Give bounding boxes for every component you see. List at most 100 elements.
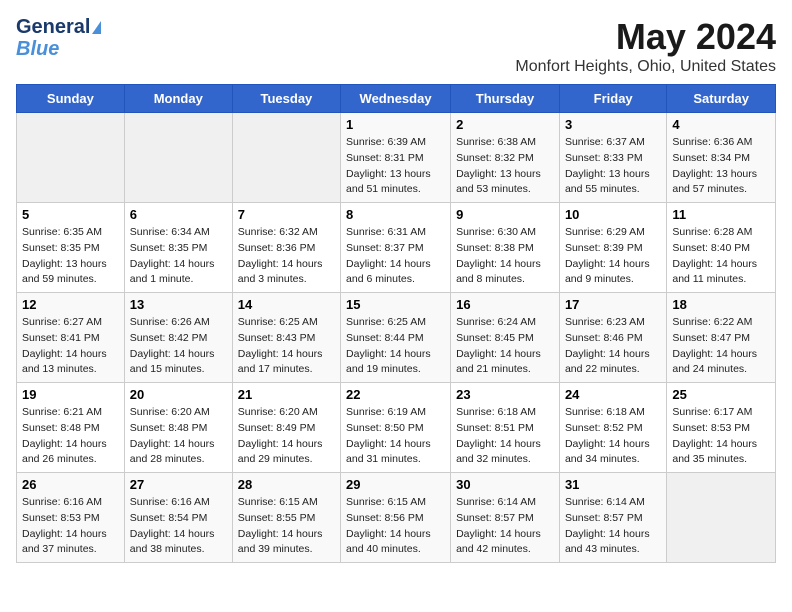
day-info: Sunrise: 6:26 AM Sunset: 8:42 PM Dayligh… bbox=[130, 315, 227, 378]
calendar-cell: 5Sunrise: 6:35 AM Sunset: 8:35 PM Daylig… bbox=[17, 203, 125, 293]
day-info: Sunrise: 6:20 AM Sunset: 8:48 PM Dayligh… bbox=[130, 405, 227, 468]
day-number: 23 bbox=[456, 387, 554, 402]
day-number: 2 bbox=[456, 117, 554, 132]
calendar-subtitle: Monfort Heights, Ohio, United States bbox=[515, 58, 776, 76]
day-number: 19 bbox=[22, 387, 119, 402]
logo-blue: Blue bbox=[16, 38, 59, 60]
calendar-cell: 1 Sunrise: 6:39 AM Sunset: 8:31 PM Daylig… bbox=[341, 113, 451, 203]
calendar-week-3: 12 Sunrise: 6:27 AM Sunset: 8:41 PM Dayli… bbox=[17, 293, 776, 383]
day-info: Sunrise: 6:23 AM Sunset: 8:46 PM Dayligh… bbox=[565, 315, 661, 378]
day-info: Sunrise: 6:20 AM Sunset: 8:49 PM Dayligh… bbox=[238, 405, 335, 468]
day-number: 8 bbox=[346, 207, 445, 222]
day-info: Sunrise: 6:32 AM Sunset: 8:36 PM Dayligh… bbox=[238, 225, 335, 288]
day-info: Sunrise: 6:14 AM Sunset: 8:57 PM Dayligh… bbox=[456, 495, 554, 558]
calendar-cell: 7 Sunrise: 6:32 AM Sunset: 8:36 PM Daylig… bbox=[232, 203, 340, 293]
calendar-week-2: 5Sunrise: 6:35 AM Sunset: 8:35 PM Daylig… bbox=[17, 203, 776, 293]
header-sunday: Sunday bbox=[17, 85, 125, 113]
day-number: 14 bbox=[238, 297, 335, 312]
day-number: 3 bbox=[565, 117, 661, 132]
header-wednesday: Wednesday bbox=[341, 85, 451, 113]
calendar-week-4: 19 Sunrise: 6:21 AM Sunset: 8:48 PM Dayli… bbox=[17, 383, 776, 473]
day-number: 15 bbox=[346, 297, 445, 312]
calendar-cell: 15 Sunrise: 6:25 AM Sunset: 8:44 PM Dayli… bbox=[341, 293, 451, 383]
day-info: Sunrise: 6:31 AM Sunset: 8:37 PM Dayligh… bbox=[346, 225, 445, 288]
header-friday: Friday bbox=[559, 85, 666, 113]
day-info: Sunrise: 6:19 AM Sunset: 8:50 PM Dayligh… bbox=[346, 405, 445, 468]
calendar-cell: 8 Sunrise: 6:31 AM Sunset: 8:37 PM Daylig… bbox=[341, 203, 451, 293]
calendar-cell: 21 Sunrise: 6:20 AM Sunset: 8:49 PM Dayli… bbox=[232, 383, 340, 473]
title-area: May 2024 Monfort Heights, Ohio, United S… bbox=[515, 16, 776, 76]
calendar-cell: 17 Sunrise: 6:23 AM Sunset: 8:46 PM Dayli… bbox=[559, 293, 666, 383]
day-number: 12 bbox=[22, 297, 119, 312]
calendar-cell: 10 Sunrise: 6:29 AM Sunset: 8:39 PM Dayli… bbox=[559, 203, 666, 293]
day-number: 5 bbox=[22, 207, 119, 222]
day-info: Sunrise: 6:39 AM Sunset: 8:31 PM Dayligh… bbox=[346, 135, 445, 198]
header-monday: Monday bbox=[124, 85, 232, 113]
day-info: Sunrise: 6:15 AM Sunset: 8:55 PM Dayligh… bbox=[238, 495, 335, 558]
day-info: Sunrise: 6:38 AM Sunset: 8:32 PM Dayligh… bbox=[456, 135, 554, 198]
logo-general: General bbox=[16, 16, 90, 38]
calendar-cell bbox=[232, 113, 340, 203]
day-number: 31 bbox=[565, 477, 661, 492]
day-number: 1 bbox=[346, 117, 445, 132]
day-number: 10 bbox=[565, 207, 661, 222]
calendar-cell: 24 Sunrise: 6:18 AM Sunset: 8:52 PM Dayli… bbox=[559, 383, 666, 473]
day-number: 17 bbox=[565, 297, 661, 312]
day-number: 7 bbox=[238, 207, 335, 222]
day-number: 25 bbox=[672, 387, 770, 402]
day-number: 29 bbox=[346, 477, 445, 492]
day-info: Sunrise: 6:21 AM Sunset: 8:48 PM Dayligh… bbox=[22, 405, 119, 468]
calendar-cell: 3Sunrise: 6:37 AM Sunset: 8:33 PM Daylig… bbox=[559, 113, 666, 203]
calendar-cell bbox=[124, 113, 232, 203]
calendar-cell: 13 Sunrise: 6:26 AM Sunset: 8:42 PM Dayli… bbox=[124, 293, 232, 383]
calendar-cell: 29 Sunrise: 6:15 AM Sunset: 8:56 PM Dayli… bbox=[341, 473, 451, 563]
day-info: Sunrise: 6:34 AM Sunset: 8:35 PM Dayligh… bbox=[130, 225, 227, 288]
day-number: 24 bbox=[565, 387, 661, 402]
day-number: 6 bbox=[130, 207, 227, 222]
day-number: 30 bbox=[456, 477, 554, 492]
day-info: Sunrise: 6:30 AM Sunset: 8:38 PM Dayligh… bbox=[456, 225, 554, 288]
logo: General Blue bbox=[16, 16, 101, 60]
day-number: 4 bbox=[672, 117, 770, 132]
calendar-cell: 26 Sunrise: 6:16 AM Sunset: 8:53 PM Dayli… bbox=[17, 473, 125, 563]
calendar-cell bbox=[667, 473, 776, 563]
header-saturday: Saturday bbox=[667, 85, 776, 113]
calendar-cell: 23Sunrise: 6:18 AM Sunset: 8:51 PM Dayli… bbox=[451, 383, 560, 473]
day-number: 26 bbox=[22, 477, 119, 492]
day-info: Sunrise: 6:36 AM Sunset: 8:34 PM Dayligh… bbox=[672, 135, 770, 198]
calendar-cell: 31 Sunrise: 6:14 AM Sunset: 8:57 PM Dayli… bbox=[559, 473, 666, 563]
calendar-table: SundayMondayTuesdayWednesdayThursdayFrid… bbox=[16, 84, 776, 563]
calendar-cell: 12 Sunrise: 6:27 AM Sunset: 8:41 PM Dayli… bbox=[17, 293, 125, 383]
calendar-cell: 16Sunrise: 6:24 AM Sunset: 8:45 PM Dayli… bbox=[451, 293, 560, 383]
calendar-cell: 14Sunrise: 6:25 AM Sunset: 8:43 PM Dayli… bbox=[232, 293, 340, 383]
calendar-cell: 4 Sunrise: 6:36 AM Sunset: 8:34 PM Daylig… bbox=[667, 113, 776, 203]
logo-triangle-icon bbox=[92, 21, 101, 34]
calendar-cell: 22 Sunrise: 6:19 AM Sunset: 8:50 PM Dayli… bbox=[341, 383, 451, 473]
calendar-cell: 25 Sunrise: 6:17 AM Sunset: 8:53 PM Dayli… bbox=[667, 383, 776, 473]
day-number: 21 bbox=[238, 387, 335, 402]
day-number: 22 bbox=[346, 387, 445, 402]
day-info: Sunrise: 6:29 AM Sunset: 8:39 PM Dayligh… bbox=[565, 225, 661, 288]
day-info: Sunrise: 6:16 AM Sunset: 8:53 PM Dayligh… bbox=[22, 495, 119, 558]
calendar-cell: 28Sunrise: 6:15 AM Sunset: 8:55 PM Dayli… bbox=[232, 473, 340, 563]
calendar-cell: 20 Sunrise: 6:20 AM Sunset: 8:48 PM Dayli… bbox=[124, 383, 232, 473]
header-thursday: Thursday bbox=[451, 85, 560, 113]
day-info: Sunrise: 6:15 AM Sunset: 8:56 PM Dayligh… bbox=[346, 495, 445, 558]
calendar-cell: 30 Sunrise: 6:14 AM Sunset: 8:57 PM Dayli… bbox=[451, 473, 560, 563]
day-number: 13 bbox=[130, 297, 227, 312]
day-info: Sunrise: 6:18 AM Sunset: 8:52 PM Dayligh… bbox=[565, 405, 661, 468]
day-info: Sunrise: 6:25 AM Sunset: 8:44 PM Dayligh… bbox=[346, 315, 445, 378]
day-info: Sunrise: 6:17 AM Sunset: 8:53 PM Dayligh… bbox=[672, 405, 770, 468]
calendar-week-1: 1 Sunrise: 6:39 AM Sunset: 8:31 PM Daylig… bbox=[17, 113, 776, 203]
day-info: Sunrise: 6:16 AM Sunset: 8:54 PM Dayligh… bbox=[130, 495, 227, 558]
calendar-cell bbox=[17, 113, 125, 203]
day-info: Sunrise: 6:14 AM Sunset: 8:57 PM Dayligh… bbox=[565, 495, 661, 558]
calendar-title: May 2024 bbox=[515, 16, 776, 58]
calendar-cell: 27 Sunrise: 6:16 AM Sunset: 8:54 PM Dayli… bbox=[124, 473, 232, 563]
day-number: 20 bbox=[130, 387, 227, 402]
day-number: 18 bbox=[672, 297, 770, 312]
day-number: 16 bbox=[456, 297, 554, 312]
day-number: 27 bbox=[130, 477, 227, 492]
calendar-cell: 18Sunrise: 6:22 AM Sunset: 8:47 PM Dayli… bbox=[667, 293, 776, 383]
day-info: Sunrise: 6:27 AM Sunset: 8:41 PM Dayligh… bbox=[22, 315, 119, 378]
